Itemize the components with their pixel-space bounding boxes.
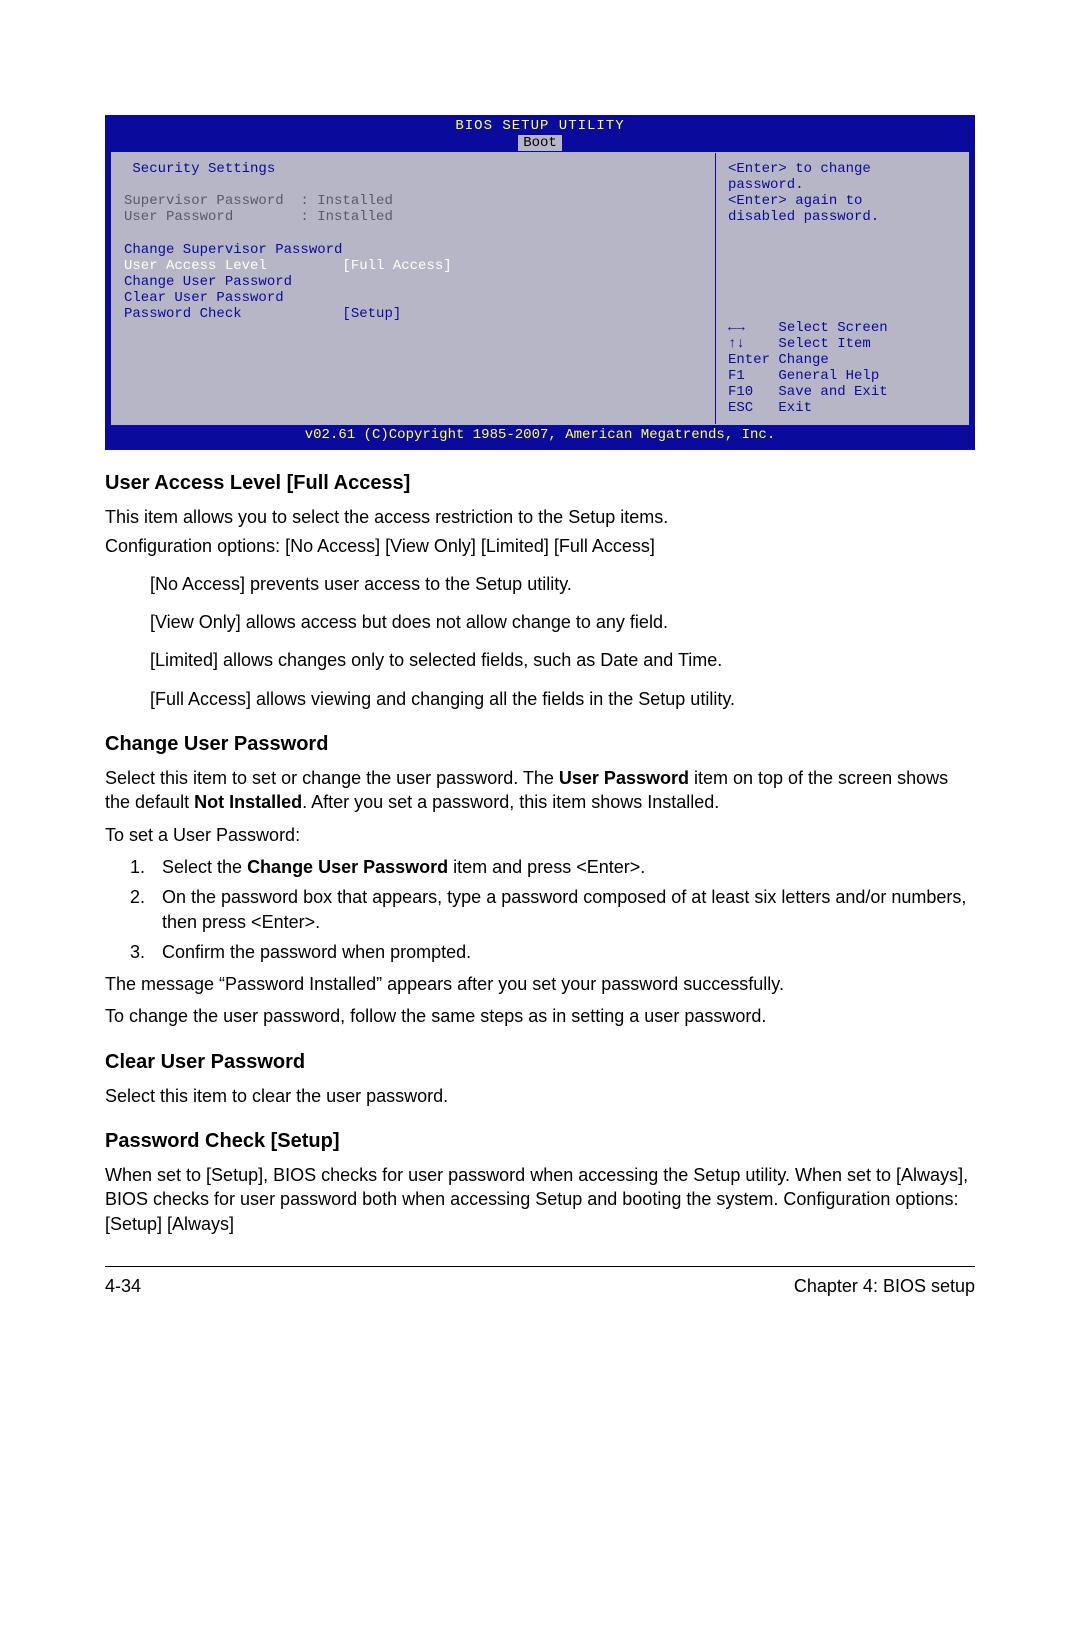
heading-change-user-password: Change User Password (105, 733, 975, 756)
access-options-block: [No Access] prevents user access to the … (105, 572, 975, 711)
bios-help-text: <Enter> to change password. <Enter> agai… (728, 161, 958, 225)
text-opt-limited: [Limited] allows changes only to selecte… (150, 648, 975, 672)
step-3: Confirm the password when prompted. (150, 940, 975, 964)
set-password-steps: Select the Change User Password item and… (105, 855, 975, 964)
text-to-set-user-password: To set a User Password: (105, 823, 975, 847)
nav-f1: F1 General Help (728, 368, 958, 384)
chapter-label: Chapter 4: BIOS setup (794, 1276, 975, 1297)
text-opt-no-access: [No Access] prevents user access to the … (150, 572, 975, 596)
text-change-user-desc: Select this item to set or change the us… (105, 766, 975, 815)
text-password-check-desc: When set to [Setup], BIOS checks for use… (105, 1163, 975, 1236)
bios-help-l1: <Enter> to change (728, 161, 958, 177)
bios-nav-keys: Select Screen Select Item Enter Change F… (728, 320, 958, 417)
bios-title: BIOS SETUP UTILITY (455, 118, 624, 134)
text-clear-user-desc: Select this item to clear the user passw… (105, 1084, 975, 1108)
nav-select-screen: Select Screen (728, 320, 958, 336)
bios-tab-boot: Boot (517, 134, 563, 152)
text-opt-view-only: [View Only] allows access but does not a… (150, 610, 975, 634)
heading-clear-user-password: Clear User Password (105, 1051, 975, 1074)
nav-esc: ESC Exit (728, 400, 958, 416)
bios-item-clear-user: Clear User Password (124, 290, 705, 306)
bios-section-title: Security Settings (124, 161, 705, 177)
text-opt-full-access: [Full Access] allows viewing and changin… (150, 687, 975, 711)
heading-user-access-level: User Access Level [Full Access] (105, 472, 975, 495)
bios-user-row: User Password : Installed (124, 209, 705, 225)
bios-help-l2: password. (728, 177, 958, 193)
arrow-left-right-icon (728, 320, 745, 336)
nav-select-item: Select Item (728, 336, 958, 352)
text-password-installed-msg: The message “Password Installed” appears… (105, 972, 975, 996)
bios-help-l4: disabled password. (728, 209, 958, 225)
arrow-up-down-icon (728, 336, 745, 352)
nav-f10: F10 Save and Exit (728, 384, 958, 400)
bios-item-change-supervisor: Change Supervisor Password (124, 242, 705, 258)
bios-right-pane: <Enter> to change password. <Enter> agai… (715, 153, 968, 424)
bios-titlebar: BIOS SETUP UTILITY Boot (108, 118, 972, 152)
text-change-user-note: To change the user password, follow the … (105, 1004, 975, 1028)
manual-page: BIOS SETUP UTILITY Boot Security Setting… (0, 0, 1080, 1627)
step-1: Select the Change User Password item and… (150, 855, 975, 879)
bios-item-password-check: Password Check [Setup] (124, 306, 705, 322)
bios-screenshot: BIOS SETUP UTILITY Boot Security Setting… (105, 115, 975, 450)
text-ual-desc1: This item allows you to select the acces… (105, 505, 975, 529)
page-footer: 4-34 Chapter 4: BIOS setup (105, 1276, 975, 1297)
nav-enter: Enter Change (728, 352, 958, 368)
bios-copyright: v02.61 (C)Copyright 1985-2007, American … (108, 425, 972, 447)
bios-item-change-user: Change User Password (124, 274, 705, 290)
text-ual-desc2: Configuration options: [No Access] [View… (105, 534, 975, 558)
page-number: 4-34 (105, 1276, 141, 1297)
bios-item-user-access-level: User Access Level [Full Access] (124, 258, 705, 274)
step-2: On the password box that appears, type a… (150, 885, 975, 934)
bios-left-pane: Security Settings Supervisor Password : … (112, 153, 715, 424)
bios-help-l3: <Enter> again to (728, 193, 958, 209)
bios-body: Security Settings Supervisor Password : … (111, 152, 969, 425)
footer-divider (105, 1266, 975, 1267)
heading-password-check: Password Check [Setup] (105, 1130, 975, 1153)
bios-supervisor-row: Supervisor Password : Installed (124, 193, 705, 209)
